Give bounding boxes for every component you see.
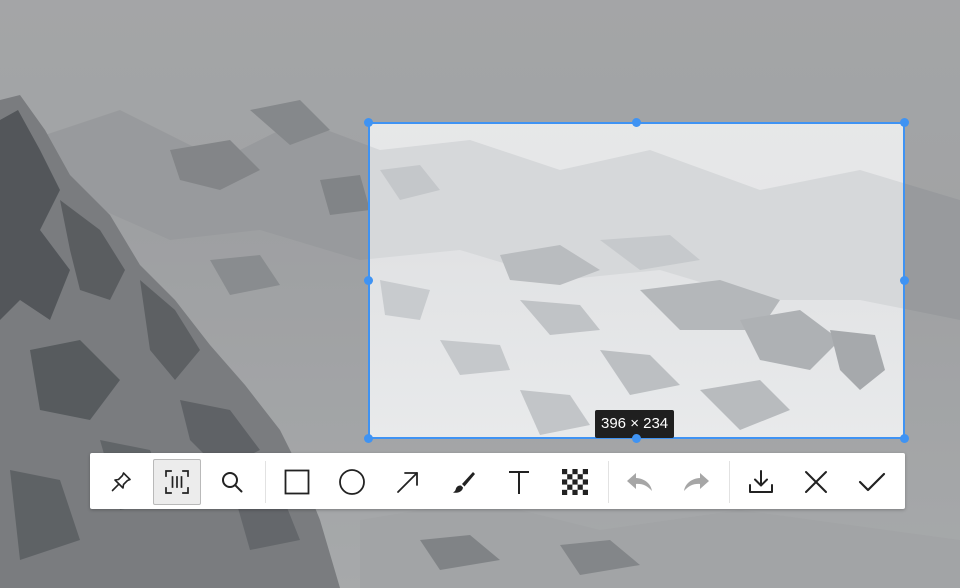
arrow-tool-button[interactable]	[384, 459, 432, 505]
toolbar-divider	[729, 461, 730, 503]
toolbar-divider	[608, 461, 609, 503]
text-recognition-icon	[164, 469, 190, 495]
text-tool-button[interactable]	[495, 459, 543, 505]
search-button[interactable]	[208, 459, 256, 505]
rectangle-icon	[284, 469, 310, 495]
brush-tool-button[interactable]	[440, 459, 488, 505]
resize-handle-top-right[interactable]	[900, 118, 909, 127]
close-icon	[804, 470, 828, 494]
resize-handle-top-center[interactable]	[632, 118, 641, 127]
cancel-button[interactable]	[792, 459, 840, 505]
resize-handle-top-left[interactable]	[364, 118, 373, 127]
screenshot-capture-overlay[interactable]: 396 × 234	[0, 0, 960, 588]
mosaic-icon	[562, 469, 588, 495]
toolbar-divider	[265, 461, 266, 503]
annotation-toolbar	[90, 453, 905, 509]
redo-button[interactable]	[672, 459, 720, 505]
search-icon	[220, 470, 244, 494]
mosaic-tool-button[interactable]	[551, 459, 599, 505]
arrow-icon	[396, 470, 420, 494]
resize-handle-bottom-right[interactable]	[900, 434, 909, 443]
confirm-button[interactable]	[848, 459, 896, 505]
download-icon	[748, 469, 774, 495]
undo-button[interactable]	[616, 459, 664, 505]
undo-icon	[626, 470, 654, 494]
text-icon	[507, 469, 531, 495]
check-icon	[858, 471, 886, 493]
save-button[interactable]	[737, 459, 785, 505]
ellipse-tool-button[interactable]	[328, 459, 376, 505]
redo-icon	[682, 470, 710, 494]
rectangle-tool-button[interactable]	[273, 459, 321, 505]
resize-handle-bottom-left[interactable]	[364, 434, 373, 443]
brush-icon	[452, 470, 476, 494]
pin-icon	[109, 470, 133, 494]
ellipse-icon	[338, 468, 366, 496]
pin-button[interactable]	[97, 459, 145, 505]
resize-handle-bottom-center[interactable]	[632, 434, 641, 443]
text-recognition-button[interactable]	[153, 459, 201, 505]
capture-selection-area[interactable]	[368, 122, 905, 439]
resize-handle-middle-left[interactable]	[364, 276, 373, 285]
resize-handle-middle-right[interactable]	[900, 276, 909, 285]
